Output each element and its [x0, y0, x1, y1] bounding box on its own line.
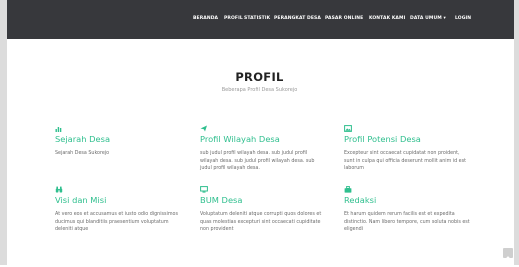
image-icon: [344, 125, 352, 132]
top-navbar: BERANDA PROFIL STATISTIK PERANGKAT DESA …: [7, 0, 514, 39]
feature-title[interactable]: BUM Desa: [200, 195, 242, 205]
nav-login[interactable]: LOGIN: [455, 15, 471, 23]
feature-description: sub judul profil wilayah desa. sub judul…: [200, 151, 315, 172]
nav-data-umum-dropdown[interactable]: DATA UMUM ▾: [410, 15, 446, 23]
section-subtitle: Beberapa Profil Desa Sukorejo: [221, 87, 298, 93]
feature-title[interactable]: Profil Wilayah Desa: [200, 134, 280, 144]
feature-description: Excepteur sint occaecat cupidatat non pr…: [344, 151, 467, 172]
feature-description: Et harum quidem rerum facilis est et exp…: [344, 212, 470, 233]
section-title: PROFIL: [235, 70, 284, 84]
bar-chart-icon: [55, 127, 62, 132]
left-gutter: [0, 0, 7, 265]
nav-statistik[interactable]: STATISTIK: [244, 15, 270, 23]
feature-title[interactable]: Visi dan Misi: [55, 195, 106, 205]
feature-title[interactable]: Redaksi: [344, 195, 376, 205]
feature-description: At vero eos et accusamus et iusto odio d…: [55, 212, 178, 233]
main-nav: BERANDA PROFIL STATISTIK PERANGKAT DESA …: [7, 0, 514, 39]
right-gutter: [514, 0, 519, 265]
nav-perangkat-desa[interactable]: PERANGKAT DESA: [274, 15, 321, 23]
nav-beranda[interactable]: BERANDA: [193, 15, 218, 23]
feature-description: Sejarah Desa Sukorejo: [55, 151, 110, 156]
nav-pasar-online[interactable]: PASAR ONLINE: [325, 15, 363, 23]
nav-kontak-kami[interactable]: KONTAK KAMI: [369, 15, 405, 23]
binoculars-icon: [55, 186, 63, 193]
back-to-top-button[interactable]: [503, 248, 513, 260]
monitor-icon: [200, 186, 208, 193]
nav-profil[interactable]: PROFIL: [224, 15, 243, 23]
feature-description: Voluptatum deleniti atque corrupti quos …: [200, 212, 322, 233]
chevron-up-icon: [505, 256, 511, 260]
feature-title[interactable]: Sejarah Desa: [55, 134, 110, 144]
send-icon: [200, 125, 207, 132]
briefcase-icon: [344, 186, 352, 193]
feature-title[interactable]: Profil Potensi Desa: [344, 134, 421, 144]
